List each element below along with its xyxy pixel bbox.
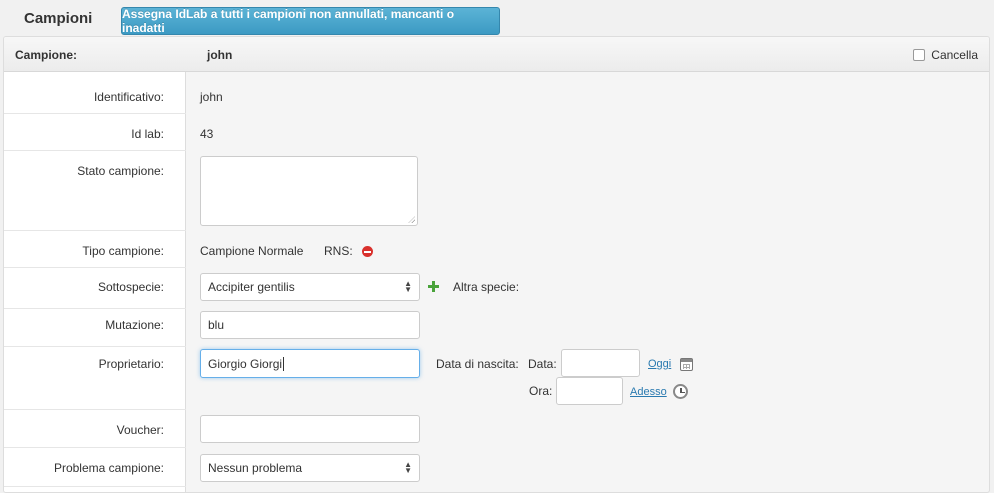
stato-campione-label: Stato campione: xyxy=(77,164,164,178)
resize-handle[interactable] xyxy=(408,216,415,223)
row-divider xyxy=(4,308,186,309)
data-nascita-label: Data di nascita: xyxy=(436,357,519,371)
mutazione-input[interactable]: blu xyxy=(200,311,420,339)
row-divider xyxy=(4,150,186,151)
row-divider xyxy=(4,346,186,347)
select-arrows-icon: ▲ ▼ xyxy=(404,460,412,475)
rns-label: RNS: xyxy=(324,244,353,258)
altra-specie-label: Altra specie: xyxy=(453,280,520,294)
minus-circle-icon[interactable] xyxy=(362,246,373,257)
adesso-link[interactable]: Adesso xyxy=(630,386,667,398)
sottospecie-label: Sottospecie: xyxy=(97,280,164,294)
cancel-toggle[interactable]: Cancella xyxy=(913,48,978,62)
plus-icon[interactable] xyxy=(428,281,439,292)
text-cursor xyxy=(283,356,285,371)
problema-campione-select[interactable]: Nessun problema ▲ ▼ xyxy=(200,454,420,482)
mutazione-label: Mutazione: xyxy=(105,318,164,332)
sample-header-value: john xyxy=(207,48,233,62)
stato-campione-textarea[interactable] xyxy=(200,156,418,226)
row-divider xyxy=(4,486,186,487)
data-input[interactable] xyxy=(561,349,640,377)
voucher-label: Voucher: xyxy=(116,423,164,437)
id-lab-label: Id lab: xyxy=(131,127,164,141)
tipo-campione-label: Tipo campione: xyxy=(82,244,164,258)
sottospecie-selected: Accipiter gentilis xyxy=(208,280,295,294)
ora-input[interactable] xyxy=(556,377,623,405)
clock-icon[interactable] xyxy=(673,384,688,399)
identificativo-label: Identificativo: xyxy=(93,90,164,104)
sottospecie-select[interactable]: Accipiter gentilis ▲ ▼ xyxy=(200,273,420,301)
proprietario-text: Giorgio Giorgi xyxy=(208,356,283,371)
row-divider xyxy=(4,409,186,410)
row-divider xyxy=(4,447,186,448)
problema-selected: Nessun problema xyxy=(208,461,303,475)
cancel-checkbox[interactable] xyxy=(913,49,926,61)
row-divider xyxy=(4,267,186,268)
identificativo-value: john xyxy=(200,90,223,104)
cancel-label: Cancella xyxy=(931,48,978,62)
oggi-link[interactable]: Oggi xyxy=(648,358,671,370)
mutazione-text: blu xyxy=(208,318,225,332)
select-arrows-icon: ▲ ▼ xyxy=(404,279,412,294)
row-divider xyxy=(4,113,186,114)
page-title: Campioni xyxy=(24,10,93,27)
card-header: Campione: john Cancella xyxy=(4,37,989,72)
sample-card: Campione: john Cancella Identificativo: … xyxy=(3,36,990,493)
row-divider xyxy=(4,230,186,231)
problema-campione-label: Problema campione: xyxy=(53,461,164,475)
sample-header-label: Campione: xyxy=(15,48,78,62)
proprietario-label: Proprietario: xyxy=(98,357,164,371)
proprietario-input[interactable]: Giorgio Giorgi xyxy=(200,349,420,378)
calendar-icon[interactable] xyxy=(680,358,693,371)
id-lab-value: 43 xyxy=(200,127,214,141)
data-label: Data: xyxy=(528,357,557,371)
ora-label: Ora: xyxy=(529,384,553,398)
voucher-input[interactable] xyxy=(200,415,420,443)
tipo-campione-value: Campione Normale xyxy=(200,244,304,258)
assign-idlab-button[interactable]: Assegna IdLab a tutti i campioni non ann… xyxy=(121,7,500,35)
